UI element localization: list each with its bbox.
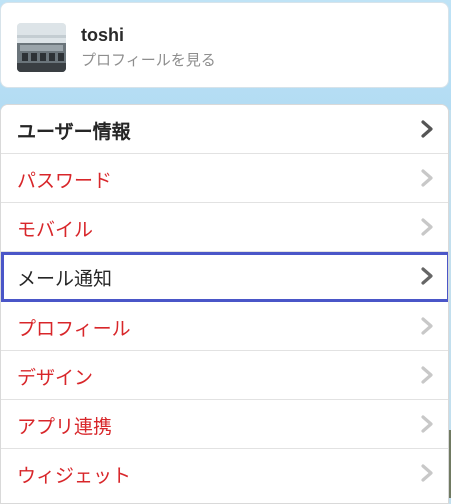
menu-item-profile[interactable]: プロフィール bbox=[1, 302, 448, 351]
menu-item-user-info[interactable]: ユーザー情報 bbox=[1, 105, 448, 154]
menu-item-label: ウィジェット bbox=[17, 465, 132, 487]
menu-item-label: プロフィール bbox=[17, 318, 131, 340]
chevron-right-icon bbox=[420, 169, 434, 187]
profile-card[interactable]: toshi プロフィールを見る bbox=[0, 2, 449, 88]
menu-item-label: ユーザー情報 bbox=[17, 121, 131, 143]
menu-item-mobile[interactable]: モバイル bbox=[1, 203, 448, 252]
menu-item-label: デザイン bbox=[17, 367, 94, 389]
avatar-image-icon bbox=[17, 23, 66, 72]
view-profile-link[interactable]: プロフィールを見る bbox=[81, 49, 216, 70]
chevron-right-icon bbox=[420, 464, 434, 482]
chevron-right-icon bbox=[420, 317, 434, 335]
menu-item-design[interactable]: デザイン bbox=[1, 351, 448, 400]
menu-item-widgets[interactable]: ウィジェット bbox=[1, 449, 448, 498]
chevron-right-icon bbox=[420, 415, 434, 433]
menu-item-password[interactable]: パスワード bbox=[1, 154, 448, 203]
menu-item-app-connections[interactable]: アプリ連携 bbox=[1, 400, 448, 449]
avatar[interactable] bbox=[17, 23, 66, 72]
menu-item-label: モバイル bbox=[17, 219, 94, 241]
chevron-right-icon bbox=[420, 366, 434, 384]
chevron-right-icon bbox=[420, 120, 434, 138]
menu-item-label: パスワード bbox=[17, 170, 113, 192]
menu-item-label: アプリ連携 bbox=[17, 416, 113, 438]
menu-item-email-notifications[interactable]: メール通知 bbox=[1, 252, 448, 302]
chevron-right-icon bbox=[420, 267, 434, 285]
settings-menu: ユーザー情報 パスワード モバイル メール通知 プロフィール デザイン アプリ連… bbox=[0, 104, 449, 504]
profile-name: toshi bbox=[81, 25, 124, 45]
chevron-right-icon bbox=[420, 218, 434, 236]
menu-item-label: メール通知 bbox=[17, 268, 113, 290]
